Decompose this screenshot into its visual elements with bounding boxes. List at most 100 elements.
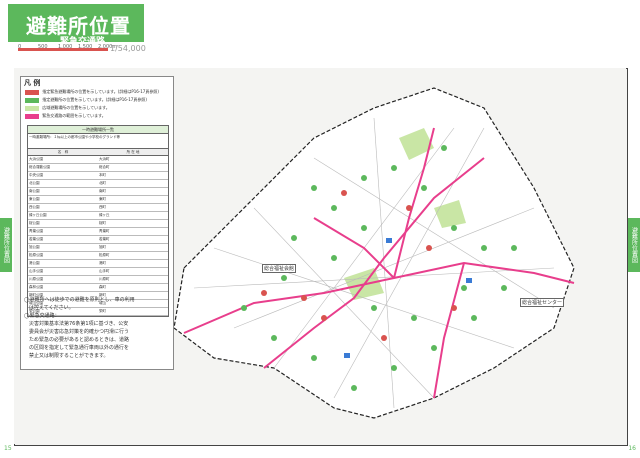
note-line: の区間を指定して緊急通行車両以外の通行を xyxy=(24,345,129,351)
cell-name: 川原公園 xyxy=(29,277,43,281)
shelter-marker xyxy=(421,185,427,191)
legend-swatch-green xyxy=(25,97,39,103)
cell-address: 大浜町 xyxy=(99,157,110,161)
shelter-marker xyxy=(331,205,337,211)
legend-item-label: 指定緊急避難場所の位置を示しています。(詳細はP16-17頁参照) xyxy=(42,89,159,94)
notes-section: ◯避難所へは徒歩での避難を原則とし、車の利用 は控えてください。 ◯緊急交通路：… xyxy=(24,296,170,360)
page-number-right: 16 xyxy=(628,445,636,452)
cell-address: 旭町 xyxy=(99,245,106,249)
cell-name: 山手公園 xyxy=(29,269,43,273)
cell-address: 青葉町 xyxy=(99,229,110,233)
table-row: 総合運動公園 総合町 xyxy=(28,164,168,172)
shelter-marker xyxy=(351,385,357,391)
cell-name: 青葉公園 xyxy=(29,229,43,233)
table-row: 桜公園 桜町 xyxy=(28,220,168,228)
cell-name: 森林公園 xyxy=(29,285,43,289)
side-tab-right: 避難所位置図 xyxy=(628,218,640,272)
cell-address: 若葉町 xyxy=(99,237,110,241)
table-row: 若葉公園 若葉町 xyxy=(28,236,168,244)
shelter-marker xyxy=(511,245,517,251)
evacuation-marker xyxy=(426,245,432,251)
table-row: 緑ヶ丘公園 緑ヶ丘 xyxy=(28,212,168,220)
shelter-marker xyxy=(451,225,457,231)
table-row: 森林公園 森町 xyxy=(28,284,168,292)
table-row: 東公園 東町 xyxy=(28,196,168,204)
legend-swatch-route xyxy=(25,113,39,119)
shelter-table-title: 一時避難場所一覧 xyxy=(28,126,168,134)
shelter-marker xyxy=(361,175,367,181)
shelter-marker xyxy=(291,235,297,241)
cell-address: 森町 xyxy=(99,285,106,289)
evacuation-marker xyxy=(301,295,307,301)
shelter-marker xyxy=(361,225,367,231)
cell-name: 南公園 xyxy=(29,189,40,193)
cell-address: 北町 xyxy=(99,181,106,185)
shelter-marker xyxy=(371,305,377,311)
table-row: 旭公園 旭町 xyxy=(28,244,168,252)
note-line: ため緊急の必要があると認めるときは、道路 xyxy=(24,337,130,343)
note-line: は控えてください。 xyxy=(24,305,74,311)
note-line: 委員会が災害応急対策を的確かつ円滑に行う xyxy=(24,329,130,335)
cell-address: 松原町 xyxy=(99,253,110,257)
cell-name: 総合運動公園 xyxy=(29,165,50,169)
evacuation-marker xyxy=(406,205,412,211)
shelter-marker xyxy=(271,335,277,341)
shelter-marker xyxy=(391,165,397,171)
column-header-name: 名 称 xyxy=(57,150,69,154)
note-line: ◯避難所へは徒歩での避難を原則とし、車の利用 xyxy=(24,297,135,303)
table-row: 山手公園 山手町 xyxy=(28,268,168,276)
legend-item: 指定避難所の位置を示しています。(詳細はP16-17頁参照) xyxy=(25,97,147,103)
shelter-marker xyxy=(331,255,337,261)
cell-address: 港町 xyxy=(99,261,106,265)
shelter-marker xyxy=(441,145,447,151)
page-number-left: 15 xyxy=(4,445,12,452)
route-shield xyxy=(386,238,392,243)
table-row: 川原公園 川原町 xyxy=(28,276,168,284)
cell-name: 若葉公園 xyxy=(29,237,43,241)
route-shield xyxy=(466,278,472,283)
shelter-marker xyxy=(241,305,247,311)
cell-name: 西公園 xyxy=(29,205,40,209)
shelter-table-header: 名 称 所 在 地 xyxy=(28,149,168,156)
cell-address: 桜町 xyxy=(99,221,106,225)
shelter-marker xyxy=(311,355,317,361)
cell-address: 山手町 xyxy=(99,269,110,273)
evacuation-marker xyxy=(261,290,267,296)
table-row: 西公園 西町 xyxy=(28,204,168,212)
side-tab-left: 避難所位置図 xyxy=(0,218,12,272)
title-banner: 避難所位置図 緊急交通路 xyxy=(8,4,144,67)
shelter-marker xyxy=(391,365,397,371)
cell-name: 北公園 xyxy=(29,181,40,185)
shelter-marker xyxy=(471,315,477,321)
shelter-marker xyxy=(311,185,317,191)
table-row: 港公園 港町 xyxy=(28,260,168,268)
note-line: 禁止又は制限することができます。 xyxy=(24,353,109,359)
cell-name: 東公園 xyxy=(29,197,40,201)
cell-address: 西町 xyxy=(99,205,106,209)
scale-bar xyxy=(18,48,108,51)
legend-title: 凡 例 xyxy=(24,79,41,87)
legend-item: 緊急交通路の範囲を示しています。 xyxy=(25,113,106,119)
legend-item-label: 緊急交通路の範囲を示しています。 xyxy=(42,113,106,118)
shelter-marker xyxy=(431,345,437,351)
evacuation-marker xyxy=(451,305,457,311)
evacuation-marker xyxy=(341,190,347,196)
table-row: 北公園 北町 xyxy=(28,180,168,188)
facility-label: 総合福祉センター xyxy=(520,298,565,307)
facility-label: 総合福祉会館 xyxy=(262,264,297,273)
legend-item-label: 指定避難所の位置を示しています。(詳細はP16-17頁参照) xyxy=(42,97,147,102)
route-shield xyxy=(344,353,350,358)
table-row: 松原公園 松原町 xyxy=(28,252,168,260)
table-row: 中央公園 本町 xyxy=(28,172,168,180)
legend-item: 広域避難場所の位置を示しています。 xyxy=(25,105,110,111)
cell-name: 旭公園 xyxy=(29,245,40,249)
cell-name: 松原公園 xyxy=(29,253,43,257)
table-row: 南公園 南町 xyxy=(28,188,168,196)
shelter-marker xyxy=(481,245,487,251)
note-line: ◯緊急交通路： xyxy=(24,313,60,319)
shelter-marker xyxy=(501,285,507,291)
legend-item: 指定緊急避難場所の位置を示しています。(詳細はP16-17頁参照) xyxy=(25,89,159,95)
shelter-table: 一時避難場所一覧 一時避難場所：１㏊以上の都市公園や小学校のグランド等 名 称 … xyxy=(27,125,169,317)
cell-address: 総合町 xyxy=(99,165,110,169)
cell-address: 東町 xyxy=(99,197,106,201)
